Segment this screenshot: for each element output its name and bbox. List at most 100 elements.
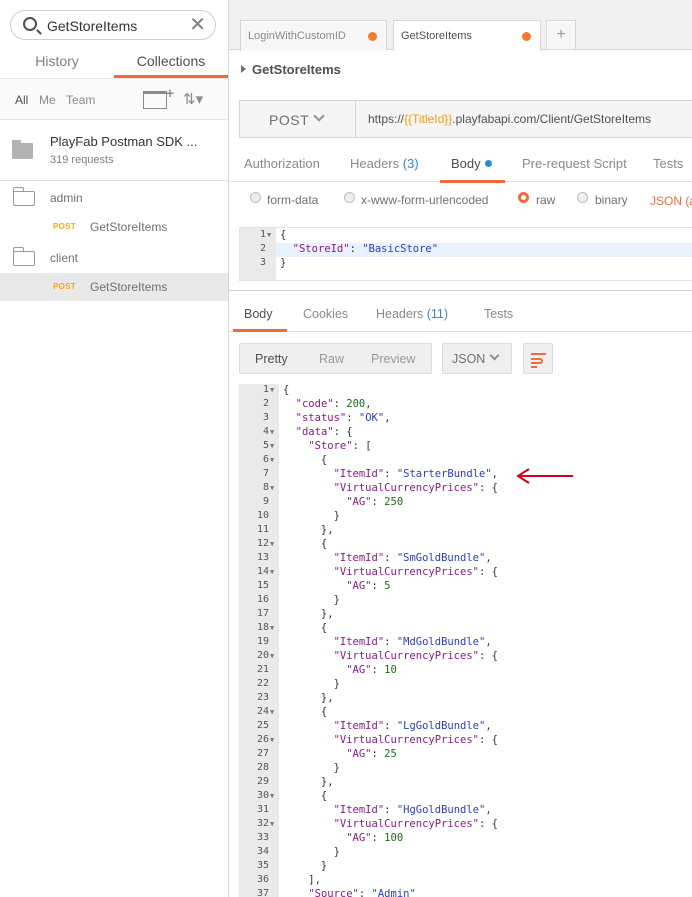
line-number: 6 <box>262 454 269 465</box>
code-line: "VirtualCurrencyPrices": { <box>333 650 498 662</box>
radio-label-binary: binary <box>595 193 628 207</box>
fold-toggle-icon[interactable]: ▼ <box>270 386 274 394</box>
code-line: "ItemId": "LgGoldBundle", <box>333 720 492 732</box>
response-headers-count: (11) <box>426 307 449 321</box>
filter-me[interactable]: Me <box>39 93 56 107</box>
response-body-viewer[interactable]: 1 ▼{2 "code": 200, 3 "status": "OK", 4 ▼ "da… <box>239 384 692 897</box>
radio-urlencoded[interactable] <box>344 192 355 203</box>
line-number: 31 <box>256 804 269 815</box>
tab-history[interactable]: History <box>0 48 114 78</box>
tab-getstoreitems[interactable]: GetStoreItems <box>393 20 541 51</box>
tab-pre-request-script[interactable]: Pre-request Script <box>522 156 627 171</box>
chevron-down-icon <box>489 350 500 361</box>
code-line: { <box>283 384 290 396</box>
request-item-admin-getstoreitems[interactable]: POST GetStoreItems <box>0 213 228 241</box>
fold-toggle-icon[interactable]: ▼ <box>270 540 274 548</box>
line-number: 10 <box>256 510 269 521</box>
code-line: "AG": 25 <box>346 748 397 760</box>
line-number: 16 <box>256 594 269 605</box>
fold-toggle-icon[interactable]: ▼ <box>270 820 274 828</box>
search-box[interactable]: ✕ <box>10 10 216 40</box>
format-select[interactable]: JSON <box>442 343 512 374</box>
main-panel: LoginWithCustomID GetStoreItems + GetSto… <box>229 0 692 897</box>
request-item-client-getstoreitems[interactable]: POST GetStoreItems <box>0 273 228 301</box>
radio-form-data[interactable] <box>250 192 261 203</box>
request-body-editor[interactable]: 1 ▼ {2 "StoreId": "BasicStore" 3} <box>239 227 692 281</box>
tab-response-tests[interactable]: Tests <box>484 307 513 321</box>
wrap-lines-button[interactable] <box>523 343 553 374</box>
tab-response-body[interactable]: Body <box>244 307 273 321</box>
tab-headers[interactable]: Headers (3) <box>350 156 419 171</box>
line-number: 25 <box>256 720 269 731</box>
line-number: 2 <box>259 243 266 254</box>
search-icon <box>23 17 37 31</box>
view-mode-group: Pretty Raw Preview <box>239 343 432 374</box>
fold-toggle-icon[interactable]: ▼ <box>270 456 274 464</box>
folder-icon <box>12 140 33 159</box>
code-line: "code": 200, <box>295 398 372 410</box>
sort-icon[interactable]: ⇅▾ <box>183 90 203 108</box>
radio-raw[interactable] <box>518 192 529 203</box>
wrap-icon-tail <box>531 366 537 368</box>
tab-label: GetStoreItems <box>401 30 472 42</box>
tab-tests[interactable]: Tests <box>653 156 683 171</box>
line-number: 19 <box>256 636 269 647</box>
method-select[interactable]: POST <box>240 101 356 137</box>
tab-response-cookies[interactable]: Cookies <box>303 307 348 321</box>
collection-item[interactable]: PlayFab Postman SDK ... 319 requests <box>0 121 228 181</box>
preview-button[interactable]: Preview <box>371 352 415 366</box>
line-number: 29 <box>256 776 269 787</box>
method-badge: POST <box>53 282 76 291</box>
fold-toggle-icon[interactable]: ▼ <box>270 792 274 800</box>
wrap-icon-curve <box>531 358 543 364</box>
panel-divider[interactable] <box>229 290 692 291</box>
folder-client[interactable]: client <box>0 244 228 274</box>
code-line: }, <box>283 776 334 788</box>
filter-team[interactable]: Team <box>66 93 95 107</box>
headers-count: (3) <box>402 156 419 171</box>
folder-admin[interactable]: admin <box>0 184 228 214</box>
fold-toggle-icon[interactable]: ▼ <box>270 624 274 632</box>
tab-response-headers[interactable]: Headers (11) <box>376 307 448 321</box>
request-title-text: GetStoreItems <box>252 62 341 77</box>
folder-label: admin <box>50 191 83 205</box>
wrap-icon <box>531 353 546 355</box>
url-input[interactable]: https://{{TitleId}}.playfabapi.com/Clien… <box>368 112 651 126</box>
radio-binary[interactable] <box>577 192 588 203</box>
code-line: } <box>283 846 340 858</box>
tab-authorization[interactable]: Authorization <box>244 156 320 171</box>
code-line: { <box>283 538 328 550</box>
fold-toggle-icon[interactable]: ▼ <box>270 442 274 450</box>
collection-name: PlayFab Postman SDK ... <box>50 134 198 149</box>
pretty-button[interactable]: Pretty <box>255 352 288 366</box>
tab-body[interactable]: Body <box>451 156 492 171</box>
fold-toggle-icon[interactable]: ▼ <box>270 568 274 576</box>
radio-label-urlencoded: x-www-form-urlencoded <box>361 193 489 207</box>
fold-toggle-icon[interactable]: ▼ <box>270 736 274 744</box>
line-number: 23 <box>256 692 269 703</box>
line-number: 18 <box>256 622 269 633</box>
request-title[interactable]: GetStoreItems <box>241 62 341 77</box>
fold-toggle-icon[interactable]: ▼ <box>270 428 274 436</box>
filter-all[interactable]: All <box>15 93 28 107</box>
add-tab-button[interactable]: + <box>546 20 576 50</box>
tab-collections[interactable]: Collections <box>114 48 228 78</box>
fold-toggle-icon[interactable]: ▼ <box>270 652 274 660</box>
code-line: ], <box>283 874 321 886</box>
folder-label: client <box>50 251 79 265</box>
raw-type-select[interactable]: JSON (a <box>650 194 692 208</box>
line-number: 22 <box>256 678 269 689</box>
fold-toggle-icon[interactable]: ▼ <box>267 231 271 239</box>
folder-icon <box>12 187 35 206</box>
raw-button[interactable]: Raw <box>319 352 344 366</box>
new-collection-icon[interactable] <box>143 85 174 109</box>
code-line: } <box>283 678 340 690</box>
fold-toggle-icon[interactable]: ▼ <box>270 484 274 492</box>
format-label: JSON <box>452 352 486 366</box>
collection-request-count: 319 requests <box>50 154 114 166</box>
url-suffix: .playfabapi.com/Client/GetStoreItems <box>452 112 652 126</box>
search-input[interactable] <box>47 16 187 36</box>
clear-search-icon[interactable]: ✕ <box>189 14 206 36</box>
fold-toggle-icon[interactable]: ▼ <box>270 708 274 716</box>
tab-loginwithcustomid[interactable]: LoginWithCustomID <box>240 20 387 51</box>
